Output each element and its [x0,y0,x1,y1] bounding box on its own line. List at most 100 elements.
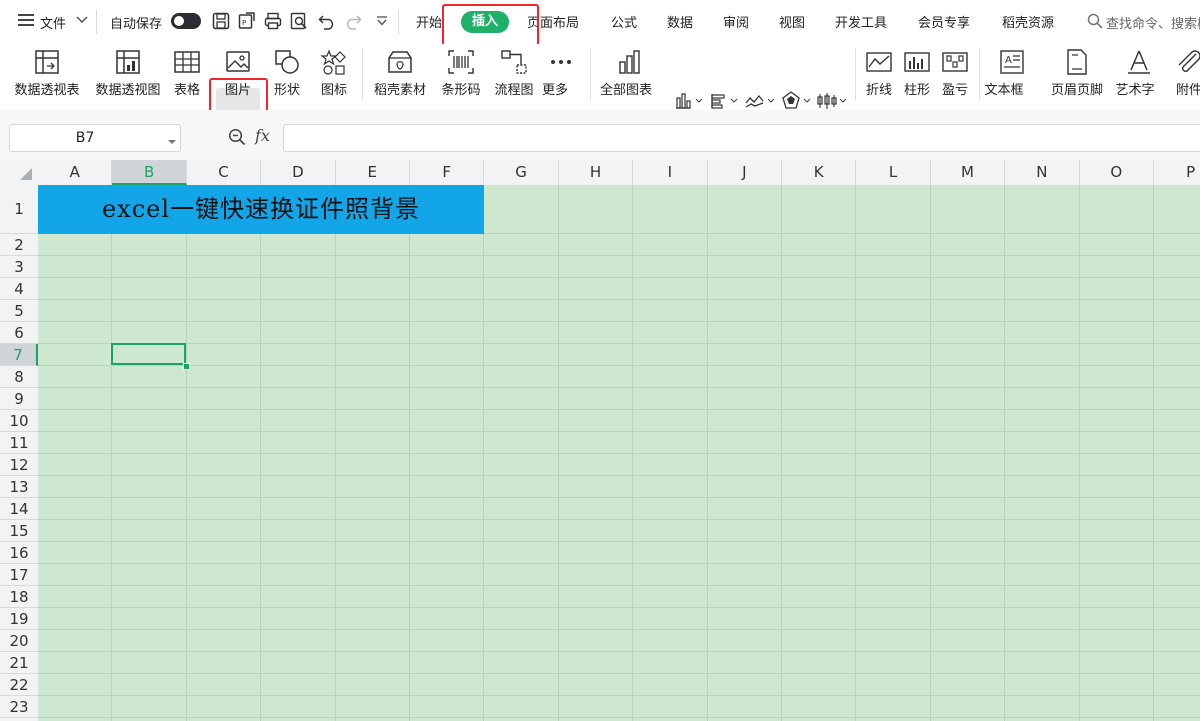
table-button[interactable]: 表格 [168,44,206,104]
row-header-22[interactable]: 22 [0,674,38,696]
row-header-10[interactable]: 10 [0,410,38,432]
print-preview-icon[interactable] [290,12,308,34]
sparkline-winloss-button[interactable]: 盈亏 [936,44,974,104]
grid-line [38,717,1200,718]
column-header-p[interactable]: P [1154,160,1200,185]
column-header-b[interactable]: B [112,160,187,185]
icons-icon [320,49,346,75]
tab-view[interactable]: 视图 [779,12,805,31]
search-icon[interactable] [1087,13,1103,33]
column-header-m[interactable]: M [931,160,1006,185]
wordart-button[interactable]: 艺术字 [1111,44,1167,104]
row-header-14[interactable]: 14 [0,498,38,520]
more-button[interactable]: 更多 [542,44,580,104]
docer-material-button[interactable]: 稻壳素材 [369,44,431,104]
tab-formulas[interactable]: 公式 [611,12,637,31]
sparkline-column-button[interactable]: 柱形 [898,44,936,104]
grid-line [38,255,1200,256]
autosave-toggle[interactable] [171,13,201,29]
zoom-lookup-icon[interactable] [228,128,246,150]
textbox-button[interactable]: A 文本框 [984,44,1040,104]
row-header-3[interactable]: 3 [0,256,38,278]
save-icon[interactable] [212,12,230,34]
flowchart-button[interactable]: 流程图 [489,44,539,104]
row-header-6[interactable]: 6 [0,322,38,344]
grid-line [38,453,1200,454]
sparkline-line-button[interactable]: 折线 [860,44,898,104]
column-header-k[interactable]: K [782,160,857,185]
row-header-17[interactable]: 17 [0,564,38,586]
name-box[interactable]: B7 [9,124,181,152]
chevron-down-icon[interactable] [76,14,88,29]
row-header-13[interactable]: 13 [0,476,38,498]
barcode-icon [448,50,474,74]
row-header-1[interactable]: 1 [0,185,38,234]
insert-function-button[interactable]: fx [255,126,270,145]
tab-developer[interactable]: 开发工具 [835,12,887,31]
column-header-l[interactable]: L [856,160,931,185]
row-header-15[interactable]: 15 [0,520,38,542]
tab-data[interactable]: 数据 [667,12,693,31]
cell-grid[interactable] [38,185,1200,721]
tab-review[interactable]: 审阅 [723,12,749,31]
row-header-11[interactable]: 11 [0,432,38,454]
export-pdf-icon[interactable]: P [238,12,256,34]
tab-home[interactable]: 开始 [416,12,442,31]
command-search-input[interactable]: 查找命令、搜索模板 [1106,13,1200,32]
tab-docer-resources[interactable]: 稻壳资源 [1002,12,1054,31]
print-icon[interactable] [264,12,282,34]
attachment-button[interactable]: 附件 [1170,44,1200,104]
svg-text:A: A [1005,55,1012,66]
customize-quick-access-icon[interactable] [376,15,388,31]
column-header-d[interactable]: D [261,160,336,185]
active-cell-selection[interactable] [111,343,186,365]
row-header-12[interactable]: 12 [0,454,38,476]
header-footer-button[interactable]: 页眉页脚 [1046,44,1108,104]
row-header-4[interactable]: 4 [0,278,38,300]
row-header-2[interactable]: 2 [0,234,38,256]
file-menu[interactable]: 文件 [40,13,66,32]
row-header-9[interactable]: 9 [0,388,38,410]
all-charts-button[interactable]: 全部图表 [598,44,662,104]
grid-line [38,651,1200,652]
row-header-7[interactable]: 7 [0,344,38,366]
merged-title-cell[interactable]: excel一键快速换证件照背景 [38,185,484,234]
select-all-corner[interactable] [0,160,38,185]
chevron-down-icon[interactable] [168,134,176,149]
pivot-chart-button[interactable]: 数据透视图 [91,44,165,104]
column-header-o[interactable]: O [1080,160,1154,185]
row-header-5[interactable]: 5 [0,300,38,322]
row-header-16[interactable]: 16 [0,542,38,564]
fill-handle[interactable] [183,363,190,370]
tab-member[interactable]: 会员专享 [918,12,970,31]
row-header-19[interactable]: 19 [0,608,38,630]
column-header-h[interactable]: H [559,160,634,185]
icons-button[interactable]: 图标 [310,44,358,104]
hamburger-menu-icon[interactable] [18,13,34,31]
column-header-j[interactable]: J [708,160,782,185]
column-header-bar: ABCDEFGHIJKLMNOP [0,160,1200,186]
column-header-a[interactable]: A [38,160,113,185]
row-header-20[interactable]: 20 [0,630,38,652]
row-header-8[interactable]: 8 [0,366,38,388]
picture-icon [226,51,250,72]
ribbon-divider [855,48,856,100]
shape-button[interactable]: 形状 [264,44,310,104]
column-header-i[interactable]: I [633,160,708,185]
pivot-table-button[interactable]: 数据透视表 [10,44,84,104]
grid-line [38,299,1200,300]
column-header-g[interactable]: G [484,160,559,185]
row-header-18[interactable]: 18 [0,586,38,608]
undo-icon[interactable] [318,12,336,34]
formula-input[interactable] [283,124,1200,152]
column-header-e[interactable]: E [336,160,410,185]
column-header-c[interactable]: C [187,160,262,185]
insert-tab-highlight-box [442,4,539,46]
barcode-button[interactable]: 条形码 [436,44,486,104]
row-header-21[interactable]: 21 [0,652,38,674]
row-header-23[interactable]: 23 [0,696,38,718]
divider [398,10,399,34]
redo-icon[interactable] [344,12,362,34]
column-header-f[interactable]: F [410,160,485,185]
column-header-n[interactable]: N [1005,160,1080,185]
